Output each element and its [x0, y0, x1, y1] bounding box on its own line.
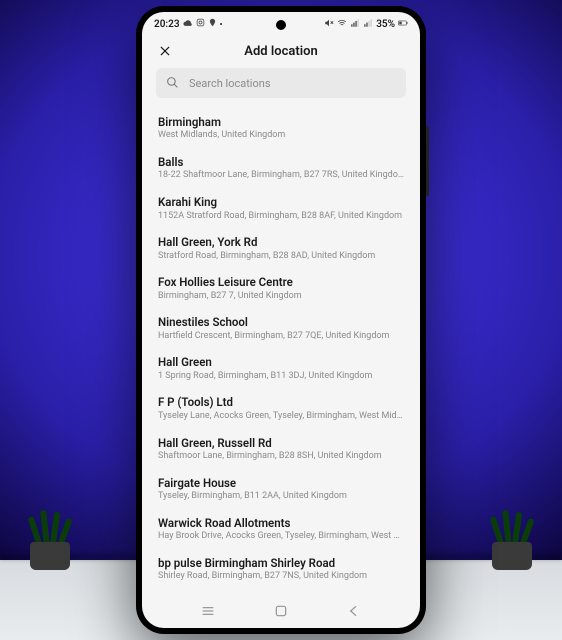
item-sub: 1 Spring Road, Birmingham, B11 3DJ, Unit… [158, 371, 404, 383]
list-item[interactable]: Balls18-22 Shaftmoor Lane, Birmingham, B… [142, 148, 420, 188]
list-item[interactable]: Ninestiles School Hartfield Crescent, Bir… [142, 308, 420, 348]
search-input[interactable] [187, 76, 396, 91]
list-item[interactable]: Karahi King 1152A Stratford Road, Birming… [142, 188, 420, 228]
close-button[interactable] [156, 42, 174, 60]
item-title: Birmingham [158, 115, 404, 129]
back-button[interactable] [344, 601, 364, 621]
list-item[interactable]: Hall Green 1 Spring Road, Birmingham, B11… [142, 348, 420, 388]
battery-icon [398, 18, 408, 31]
item-title: Karahi King [158, 195, 404, 209]
item-sub: Tyseley, Birmingham, B11 2AA, United Kin… [158, 491, 404, 503]
camera-hole [276, 20, 286, 30]
cloud-icon [183, 18, 193, 31]
item-title: Hall Green [158, 355, 404, 369]
item-sub: Stratford Road, Birmingham, B28 8AD, Uni… [158, 251, 404, 263]
item-title: Warwick Road Allotments [158, 516, 404, 530]
page-title: Add location [142, 44, 420, 59]
location-list: BirminghamWest Midlands, United Kingdom … [142, 104, 420, 594]
wifi-icon [337, 18, 347, 31]
search-container [142, 68, 420, 104]
battery-percent: 35% [376, 19, 395, 30]
item-sub: Tyseley Lane, Acocks Green, Tyseley, Bir… [158, 411, 404, 423]
search-icon [166, 74, 179, 93]
recents-button[interactable] [198, 601, 218, 621]
item-sub: Shirley Road, Birmingham, B27 7NS, Unite… [158, 571, 404, 583]
list-item[interactable]: Fairgate HouseTyseley, Birmingham, B11 2… [142, 469, 420, 509]
list-item[interactable]: Fox Hollies Leisure Centre Birmingham, B2… [142, 268, 420, 308]
item-title: bp pulse Birmingham Shirley Road [158, 556, 404, 570]
list-item[interactable]: Hall Green, Russell RdShaftmoor Lane, Bi… [142, 429, 420, 469]
item-title: F P (Tools) Ltd [158, 395, 404, 409]
status-dot: • [220, 20, 223, 29]
screen: 20:23 • [142, 12, 420, 628]
android-nav-bar [142, 594, 420, 628]
item-sub: West Midlands, United Kingdom [158, 130, 404, 142]
list-item[interactable]: F P (Tools) Ltd Tyseley Lane, Acocks Gree… [142, 388, 420, 428]
item-title: Fairgate House [158, 476, 404, 490]
location-icon [208, 18, 217, 30]
signal-icon-2 [363, 18, 373, 31]
list-item[interactable]: BirminghamWest Midlands, United Kingdom [142, 108, 420, 148]
signal-icon [350, 18, 360, 31]
instagram-icon [196, 18, 205, 30]
item-sub: Hartfield Crescent, Birmingham, B27 7QE,… [158, 331, 404, 343]
item-title: Fox Hollies Leisure Centre [158, 275, 404, 289]
phone-frame: 20:23 • [136, 6, 426, 634]
search-box[interactable] [156, 68, 406, 98]
item-title: Hall Green, York Rd [158, 235, 404, 249]
list-item[interactable]: Warwick Road AllotmentsHay Brook Drive, … [142, 509, 420, 549]
status-time: 20:23 [154, 19, 180, 30]
item-sub: 1152A Stratford Road, Birmingham, B28 8A… [158, 211, 404, 223]
mute-icon [324, 18, 334, 31]
item-sub: 18-22 Shaftmoor Lane, Birmingham, B27 7R… [158, 170, 404, 182]
item-title: Hall Green, Russell Rd [158, 436, 404, 450]
home-button[interactable] [271, 601, 291, 621]
item-title: Balls [158, 155, 404, 169]
item-title: Ninestiles School [158, 315, 404, 329]
item-sub: Hay Brook Drive, Acocks Green, Tyseley, … [158, 531, 404, 543]
app-header: Add location [142, 36, 420, 68]
list-item[interactable]: Hall Green, York Rd Stratford Road, Birmi… [142, 228, 420, 268]
item-sub: Birmingham, B27 7, United Kingdom [158, 291, 404, 303]
list-item[interactable]: bp pulse Birmingham Shirley RoadShirley … [142, 549, 420, 589]
item-sub: Shaftmoor Lane, Birmingham, B28 8SH, Uni… [158, 451, 404, 463]
